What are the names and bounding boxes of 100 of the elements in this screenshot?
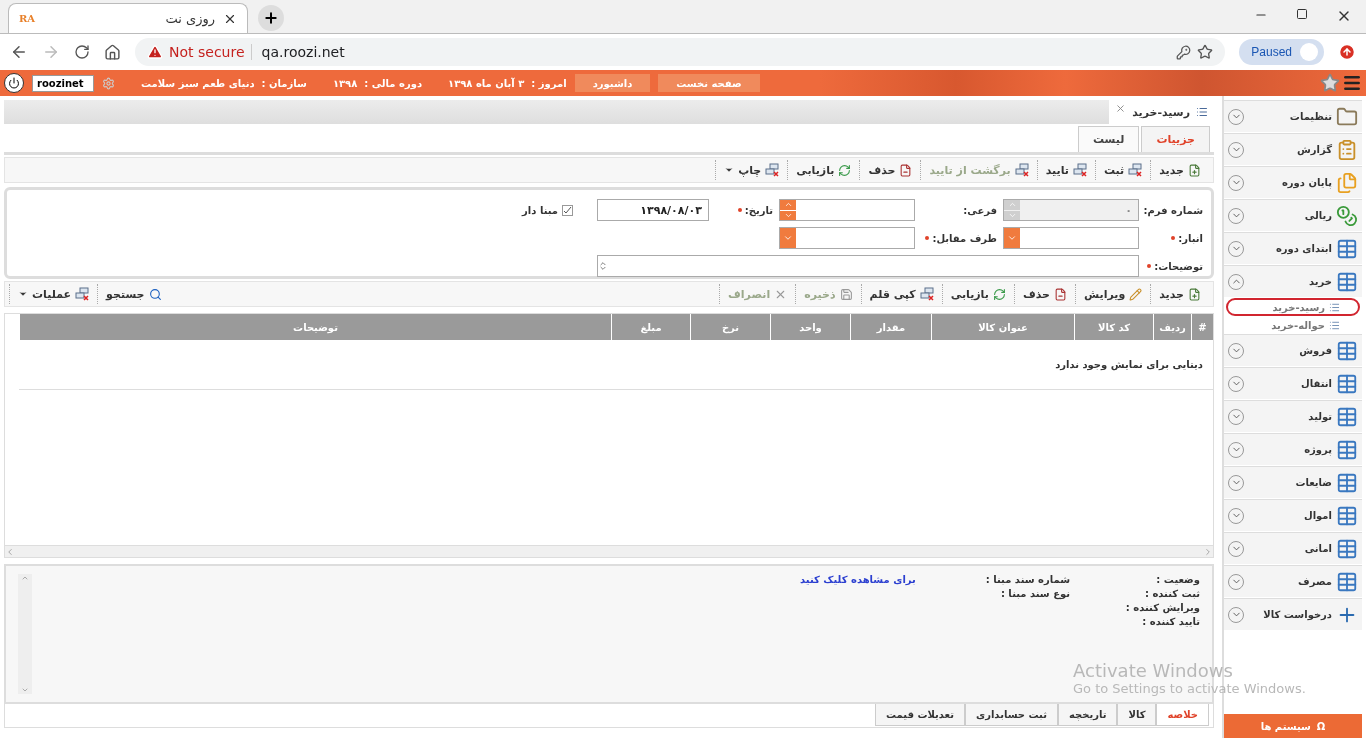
sidebar-item[interactable]: پروژه <box>1224 433 1362 466</box>
toolbar-button[interactable]: ثبت <box>1094 160 1151 180</box>
toolbar-button[interactable]: عملیات <box>9 284 98 304</box>
sidebar-item[interactable]: ابتدای دوره <box>1224 232 1362 265</box>
toolbar-button[interactable]: حذف <box>859 160 921 180</box>
checkbox[interactable]: مبنا دار <box>522 204 573 216</box>
toolbar-button[interactable]: جدید <box>1150 160 1209 180</box>
chevron-left-icon[interactable] <box>5 546 15 557</box>
menu-icon[interactable] <box>1342 73 1362 93</box>
sidebar-item[interactable]: پایان دوره <box>1224 166 1362 199</box>
key-icon[interactable] <box>1176 44 1192 60</box>
sidebar-item[interactable]: ضایعات <box>1224 466 1362 499</box>
bottom-tab[interactable]: کالا <box>1117 704 1157 726</box>
user-field[interactable]: roozinet <box>32 74 94 92</box>
chevron-up-icon[interactable] <box>21 574 29 582</box>
detail-label: نوع سند مبنا : <box>1000 588 1070 599</box>
spinner-icon[interactable] <box>598 261 608 271</box>
field-label: شماره فرم: <box>1143 204 1205 216</box>
update-icon[interactable] <box>1338 43 1356 61</box>
table-icon <box>1336 372 1358 395</box>
sidebar-item[interactable]: مصرف <box>1224 565 1362 598</box>
empty-message: دیتایی برای نمایش وجود ندارد <box>1055 359 1203 370</box>
avatar-icon <box>1300 43 1318 61</box>
sidebar-item[interactable]: گزارش <box>1224 133 1362 166</box>
files-icon <box>1336 171 1358 194</box>
table-icon <box>1336 570 1358 593</box>
chevron-right-icon[interactable] <box>1203 546 1213 557</box>
clipboard-icon <box>1336 138 1358 161</box>
detail-label: ثبت کننده : <box>1143 588 1200 599</box>
gear-icon[interactable] <box>102 76 115 90</box>
forward-icon[interactable] <box>42 43 60 61</box>
coins-icon <box>1336 204 1358 227</box>
bottom-tab[interactable]: خلاصه <box>1156 704 1209 726</box>
home-icon[interactable] <box>104 43 121 61</box>
header-info: سازمان : دنیای طعم سبز سلامت <box>141 77 307 89</box>
sidebar-item[interactable]: اموال <box>1224 499 1362 532</box>
field-label: انبار: <box>1143 232 1205 244</box>
sidebar-item[interactable]: فروش <box>1224 334 1362 367</box>
toolbar-button[interactable]: تایید <box>1036 160 1095 180</box>
save-icon <box>839 287 853 301</box>
reload-icon[interactable] <box>74 44 90 60</box>
toolbar-button[interactable]: چاپ <box>715 160 788 180</box>
table-icon <box>1336 537 1358 560</box>
bottom-tab[interactable]: تاریخچه <box>1057 704 1118 726</box>
caret-icon <box>18 289 28 299</box>
power-button[interactable] <box>4 73 24 93</box>
pencil-icon <box>1129 287 1143 301</box>
back-icon[interactable] <box>10 43 28 61</box>
view-link[interactable]: برای مشاهده کلیک کنید <box>800 574 916 585</box>
view-tab[interactable]: جزییات <box>1141 126 1210 152</box>
sidebar-item[interactable]: خرید <box>1224 265 1362 298</box>
profile-button[interactable]: Paused <box>1239 39 1324 65</box>
toolbar-button[interactable]: ویرایش <box>1074 284 1151 304</box>
input-field[interactable] <box>779 199 915 221</box>
chevron-down-icon[interactable] <box>21 686 29 694</box>
star-icon[interactable] <box>1197 44 1214 60</box>
document-tab[interactable]: رسید-خرید <box>1109 100 1214 124</box>
input-field[interactable] <box>597 255 1139 277</box>
list-icon <box>1329 319 1340 331</box>
table-icon <box>1336 504 1358 527</box>
monitor-icon <box>1128 163 1143 177</box>
monitor-icon <box>1014 163 1029 177</box>
sidebar-item[interactable]: انتقال <box>1224 367 1362 400</box>
detail-label: تایید کننده : <box>1141 616 1200 627</box>
toolbar-button[interactable]: حذف <box>1013 284 1075 304</box>
detail-label: وضعیت : <box>1155 574 1200 585</box>
dropdown-field[interactable] <box>1003 227 1139 249</box>
toolbar-button[interactable]: جدید <box>1150 284 1209 304</box>
bottom-tab[interactable]: تعدیلات قیمت <box>875 704 965 726</box>
detail-label: ویرایش کننده : <box>1124 602 1200 613</box>
scrollbar[interactable] <box>5 545 1213 557</box>
sidebar-item[interactable]: تولید <box>1224 400 1362 433</box>
monitor-icon <box>75 287 90 301</box>
power-icon <box>8 77 20 89</box>
monitor-icon <box>1072 163 1087 177</box>
toolbar-button[interactable]: جستجو <box>97 284 170 304</box>
dropdown-field[interactable] <box>779 227 915 249</box>
toolbar-button[interactable]: بازیابی <box>787 160 860 180</box>
scrollbar[interactable] <box>18 574 32 694</box>
restore-icon[interactable] <box>1296 8 1308 20</box>
caret-icon <box>724 165 735 175</box>
sidebar-item[interactable]: امانی <box>1224 532 1362 565</box>
star-icon[interactable] <box>1320 73 1340 93</box>
spinner-icon[interactable] <box>780 200 796 220</box>
field-label: توضیحات: <box>1143 260 1205 272</box>
input-field[interactable]: ۱۳۹۸/۰۸/۰۳ <box>597 199 709 221</box>
sidebar-item[interactable]: ریالی <box>1224 199 1362 232</box>
sidebar-item[interactable]: تنظیمات <box>1224 100 1362 133</box>
toolbar-button[interactable]: بازیابی <box>941 284 1014 304</box>
monitor-icon <box>765 163 780 177</box>
bottom-tab[interactable]: ثبت حسابداری <box>965 704 1058 726</box>
address-bar[interactable]: Not secure qa.roozi.net <box>135 38 1226 66</box>
toolbar-button[interactable]: کپی قلم <box>860 284 942 304</box>
table-icon <box>1336 339 1358 362</box>
sidebar-item[interactable]: درخواست کالا <box>1224 598 1362 631</box>
activation-text: Go to Settings to activate Windows. <box>1073 681 1306 696</box>
field-label: تاریخ: <box>713 204 775 216</box>
view-tab[interactable]: لیست <box>1077 126 1140 152</box>
sidebar-subitem[interactable]: رسید-خرید <box>1226 298 1360 316</box>
new-tab-button[interactable] <box>258 5 284 31</box>
